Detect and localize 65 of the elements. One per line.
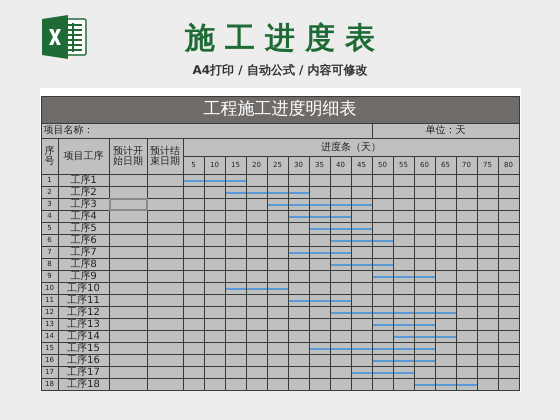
end-date-cell[interactable] xyxy=(148,187,182,198)
start-date-cell[interactable] xyxy=(110,271,146,282)
end-date-cell[interactable] xyxy=(148,283,182,294)
sheet-title: 工程施工进度明细表 xyxy=(42,97,518,123)
start-date-cell[interactable] xyxy=(110,367,146,378)
task-cell: 工序6 xyxy=(58,235,108,246)
task-cell: 工序8 xyxy=(58,259,108,270)
end-date-cell[interactable] xyxy=(148,295,182,306)
task-cell: 工序16 xyxy=(58,355,108,366)
task-cell: 工序7 xyxy=(58,247,108,258)
task-cell: 工序17 xyxy=(58,367,108,378)
start-date-cell[interactable] xyxy=(110,283,146,294)
start-date-cell[interactable] xyxy=(110,247,146,258)
end-date-cell[interactable] xyxy=(148,259,182,270)
start-date-cell[interactable] xyxy=(110,343,146,354)
start-date-cell[interactable] xyxy=(110,223,146,234)
end-date-cell[interactable] xyxy=(148,271,182,282)
start-date-cell[interactable] xyxy=(110,379,146,390)
end-date-cell[interactable] xyxy=(148,379,182,390)
start-date-cell[interactable] xyxy=(110,319,146,330)
task-cell: 工序18 xyxy=(58,379,108,390)
task-cell: 工序5 xyxy=(58,223,108,234)
unit-label: 单位：天 xyxy=(372,124,518,138)
end-date-cell[interactable] xyxy=(148,331,182,342)
spreadsheet-logo-icon xyxy=(40,14,88,60)
end-date-cell[interactable] xyxy=(148,235,182,246)
column-header: 序号 xyxy=(42,139,58,174)
end-date-cell[interactable] xyxy=(148,223,182,234)
end-date-cell[interactable] xyxy=(148,199,182,210)
task-cell: 工序12 xyxy=(58,307,108,318)
start-date-cell[interactable] xyxy=(110,211,146,222)
task-cell: 工序14 xyxy=(58,331,108,342)
task-cell: 工序3 xyxy=(58,199,108,210)
task-cell: 工序9 xyxy=(58,271,108,282)
task-cell: 工序1 xyxy=(58,175,108,186)
column-header: 预计开始日期 xyxy=(110,139,146,174)
task-cell: 工序10 xyxy=(58,283,108,294)
start-date-cell[interactable] xyxy=(110,235,146,246)
end-date-cell[interactable] xyxy=(148,367,182,378)
task-cell: 工序11 xyxy=(58,295,108,306)
end-date-cell[interactable] xyxy=(148,175,182,186)
start-date-cell[interactable] xyxy=(110,259,146,270)
end-date-cell[interactable] xyxy=(148,247,182,258)
end-date-cell[interactable] xyxy=(148,319,182,330)
project-name-label: 项目名称： xyxy=(42,124,372,138)
end-date-cell[interactable] xyxy=(148,307,182,318)
start-date-cell[interactable] xyxy=(110,331,146,342)
progress-header: 进度条（天） xyxy=(184,139,518,156)
start-date-cell[interactable] xyxy=(110,295,146,306)
start-date-cell[interactable] xyxy=(110,307,146,318)
start-date-cell[interactable] xyxy=(110,187,146,198)
task-cell: 工序13 xyxy=(58,319,108,330)
task-cell: 工序4 xyxy=(58,211,108,222)
column-header: 预计结束日期 xyxy=(148,139,182,174)
page-title: 施工进度表 xyxy=(184,22,385,56)
page-subtitle: A4打印 / 自动公式 / 内容可修改 xyxy=(192,62,368,78)
start-date-cell[interactable] xyxy=(110,175,146,186)
task-cell: 工序2 xyxy=(58,187,108,198)
start-date-cell[interactable] xyxy=(110,355,146,366)
selected-cell[interactable] xyxy=(110,199,146,210)
end-date-cell[interactable] xyxy=(148,343,182,354)
end-date-cell[interactable] xyxy=(148,355,182,366)
column-header: 项目工序 xyxy=(58,139,108,174)
task-cell: 工序15 xyxy=(58,343,108,354)
end-date-cell[interactable] xyxy=(148,211,182,222)
